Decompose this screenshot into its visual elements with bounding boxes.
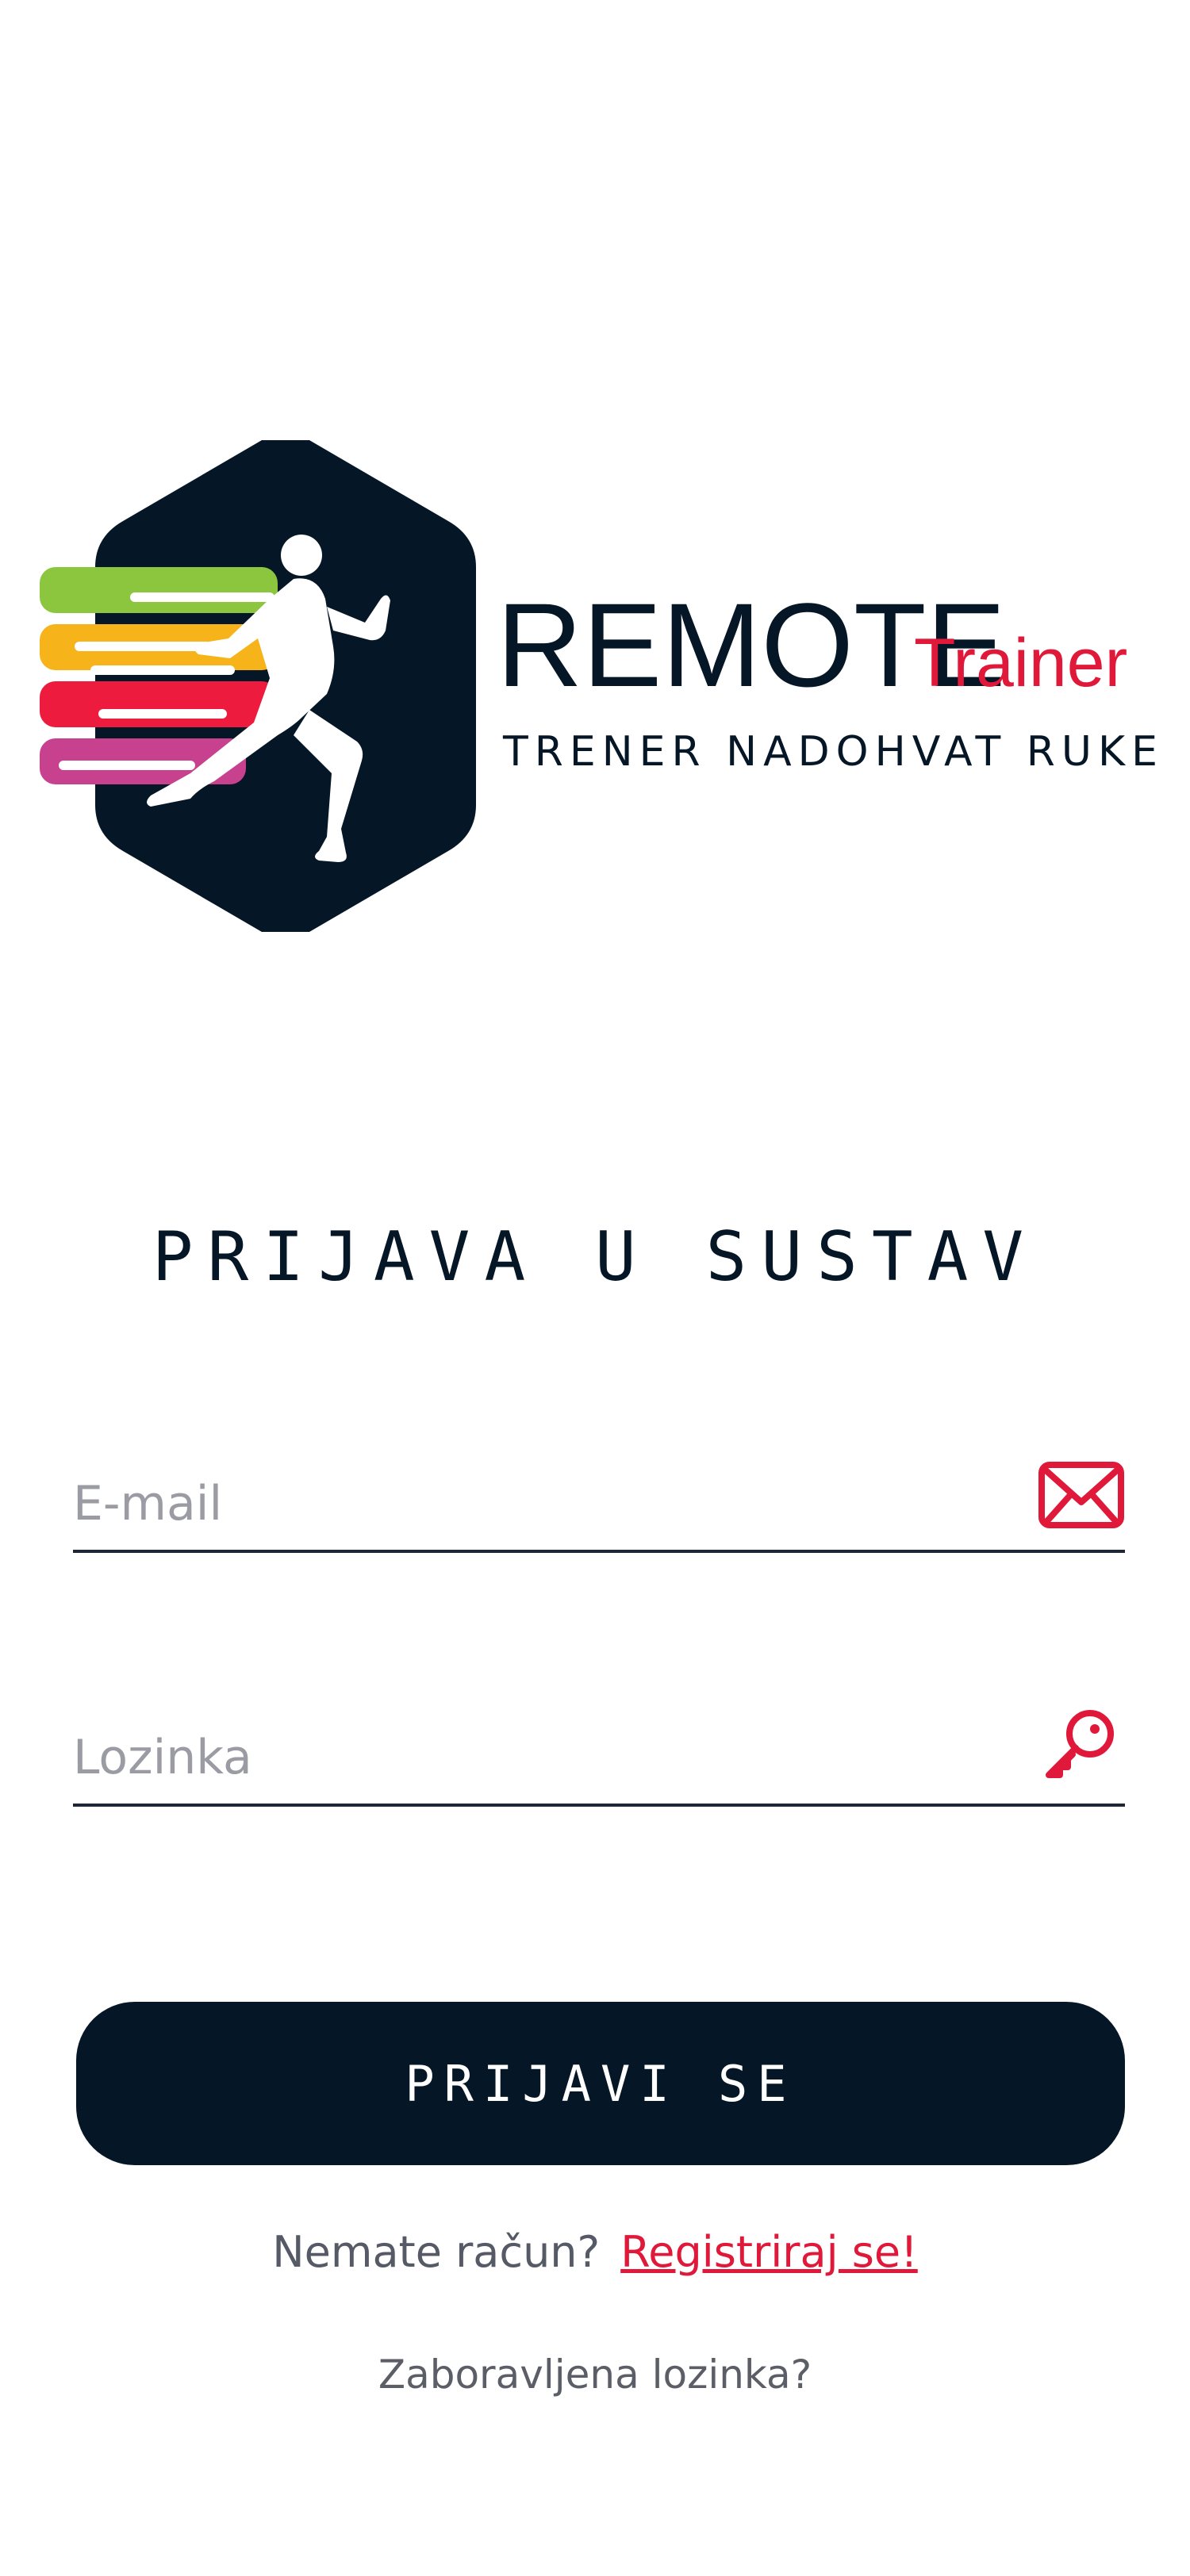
envelope-icon (1038, 1462, 1124, 1528)
page-title: PRIJAVA U SUSTAV (152, 1217, 1038, 1297)
forgot-password-link[interactable]: Zaboravljena lozinka? (0, 2352, 1190, 2398)
register-link[interactable]: Registriraj se! (620, 2227, 918, 2277)
logo-stripe-green (40, 567, 278, 613)
logo-stripe-red (40, 681, 278, 727)
key-icon (1046, 1710, 1114, 1778)
no-account-text: Nemate račun? (272, 2227, 601, 2277)
login-button[interactable]: PRIJAVI SE (76, 2002, 1125, 2165)
brand-tagline: TRENER NADOHVAT RUKE (502, 728, 1164, 776)
password-input[interactable] (73, 1726, 1009, 1789)
app-logo: REMOTE Trainer TRENER NADOHVAT RUKE (40, 440, 1164, 932)
register-row: Nemate račun? Registriraj se! (0, 2227, 1190, 2277)
email-input[interactable] (73, 1472, 1009, 1535)
brand-name-accent: Trainer (914, 625, 1127, 701)
email-field[interactable] (73, 1434, 1125, 1553)
password-field[interactable] (73, 1688, 1125, 1807)
